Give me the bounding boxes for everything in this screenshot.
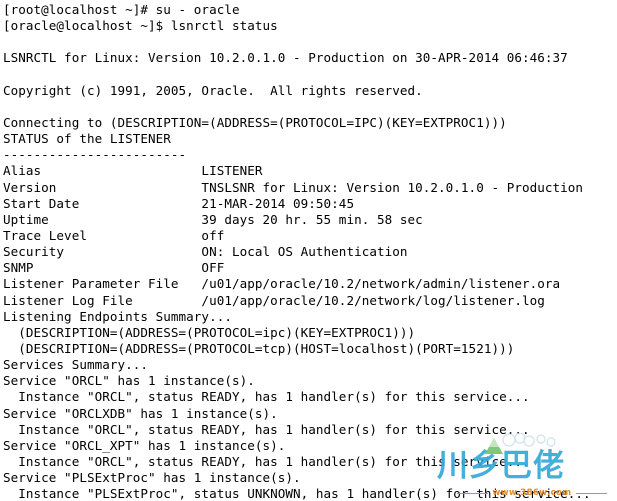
terminal-line: Instance "ORCL", status READY, has 1 han… [3, 421, 530, 437]
terminal-line: [oracle@localhost ~]$ lsnrctl status [3, 18, 278, 34]
terminal-line: Services Summary... [3, 357, 149, 373]
terminal-line: ------------------------ [3, 147, 187, 163]
terminal-line: Listening Endpoints Summary... [3, 308, 232, 324]
terminal-line: (DESCRIPTION=(ADDRESS=(PROTOCOL=tcp)(HOS… [3, 340, 515, 356]
terminal-line: Security ON: Local OS Authentication [3, 244, 408, 260]
terminal-line: Instance "PLSExtProc", status UNKNOWN, h… [3, 486, 591, 501]
terminal-line: Service "ORCLXDB" has 1 instance(s). [3, 405, 278, 421]
terminal-line: Service "ORCL_XPT" has 1 instance(s). [3, 437, 286, 453]
terminal-line: Version TNSLSNR for Linux: Version 10.2.… [3, 179, 584, 195]
terminal-line: Alias LISTENER [3, 163, 263, 179]
terminal-line: Trace Level off [3, 227, 225, 243]
terminal-line: Service "ORCL" has 1 instance(s). [3, 373, 255, 389]
terminal-line: Connecting to (DESCRIPTION=(ADDRESS=(PRO… [3, 114, 507, 130]
terminal-line: (DESCRIPTION=(ADDRESS=(PROTOCOL=ipc)(KEY… [3, 324, 416, 340]
terminal-line: [root@localhost ~]# su - oracle [3, 2, 240, 17]
terminal-line: SNMP OFF [3, 260, 225, 276]
terminal-line: Listener Parameter File /u01/app/oracle/… [3, 276, 561, 292]
terminal-line: LSNRCTL for Linux: Version 10.2.0.1.0 - … [3, 50, 568, 66]
terminal-line: Instance "ORCL", status READY, has 1 han… [3, 453, 530, 469]
terminal-window[interactable]: [root@localhost ~]# su - oracle [oracle@l… [0, 0, 617, 501]
terminal-line: Start Date 21-MAR-2014 09:50:45 [3, 195, 355, 211]
terminal-line: STATUS of the LISTENER [3, 131, 171, 147]
terminal-line: Service "PLSExtProc" has 1 instance(s). [3, 470, 301, 486]
terminal-line: Copyright (c) 1991, 2005, Oracle. All ri… [3, 82, 423, 98]
terminal-output: [root@localhost ~]# su - oracle [oracle@l… [3, 2, 617, 501]
terminal-line: Instance "ORCL", status READY, has 1 han… [3, 389, 530, 405]
terminal-line: Uptime 39 days 20 hr. 55 min. 58 sec [3, 211, 423, 227]
terminal-line: Listener Log File /u01/app/oracle/10.2/n… [3, 292, 545, 308]
